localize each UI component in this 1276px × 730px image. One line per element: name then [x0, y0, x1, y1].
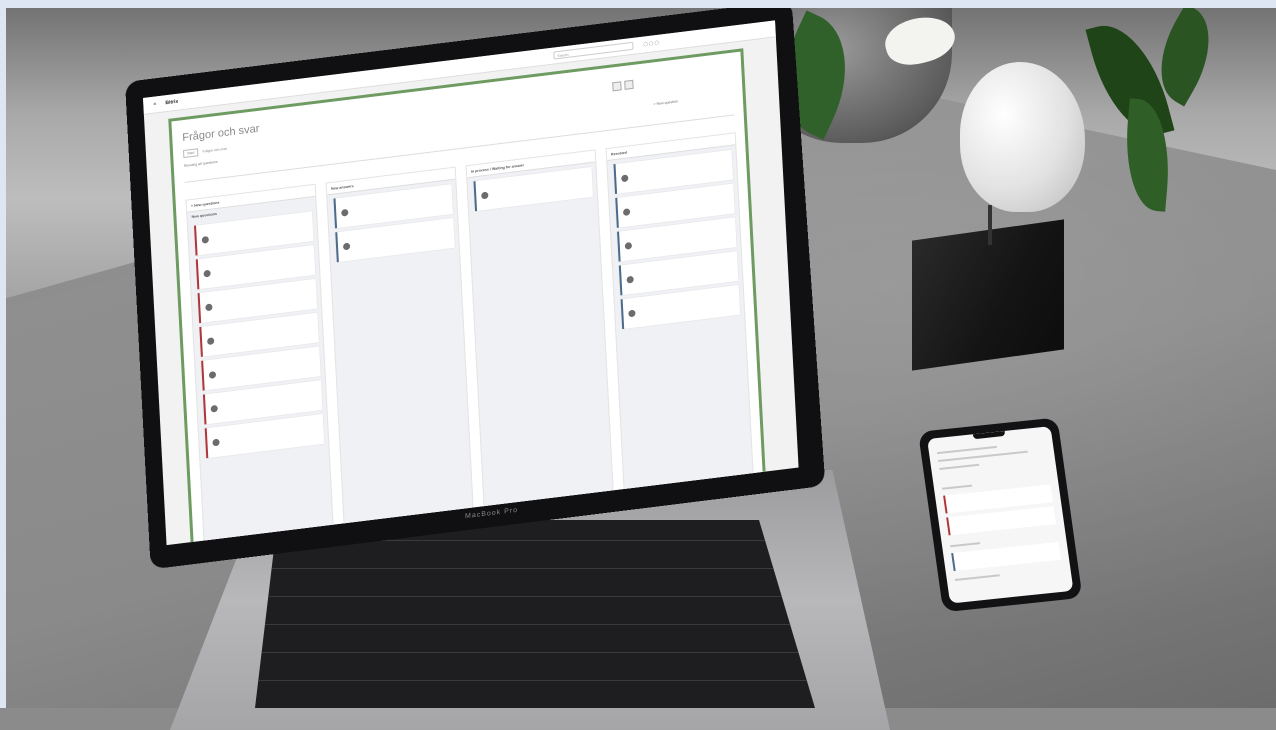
sculpture-stand [988, 205, 992, 245]
avatar [212, 438, 220, 447]
page-title: Frågor och svar [182, 122, 260, 145]
grid-view-icon[interactable] [612, 81, 622, 92]
avatar [624, 241, 633, 250]
app-logo: Bitrix [165, 98, 179, 107]
menu-icon[interactable]: ≡ [153, 101, 156, 107]
topbar-icons[interactable]: ◯ ◯ ◯ [643, 40, 659, 47]
phone-question-card [951, 541, 1062, 572]
avatar [622, 208, 631, 217]
phone-text-line [954, 574, 1000, 581]
smartphone [918, 417, 1083, 613]
avatar [341, 208, 349, 217]
kanban-column: In process / Waiting for answer [465, 149, 614, 514]
laptop-keyboard [255, 520, 815, 708]
view-toggle[interactable] [612, 79, 635, 93]
kanban-board: + New questions New questions New answer… [185, 132, 757, 546]
avatar [626, 275, 634, 284]
phone-text-line [941, 484, 973, 490]
phone-text-line [939, 463, 980, 470]
sculpture-bust [960, 62, 1085, 212]
avatar [203, 269, 211, 278]
avatar [208, 371, 217, 379]
laptop-screen: ≡ Bitrix Search ◯ ◯ ◯ Frågor och svar St… [143, 20, 799, 546]
breadcrumb: Start Frågor och svar [182, 145, 227, 159]
kanban-column: Resolved [605, 132, 754, 496]
kanban-column: + New questions New questions [185, 183, 334, 546]
phone-text-line [950, 542, 981, 548]
kanban-column: New answers [325, 166, 474, 531]
avatar [201, 235, 210, 244]
avatar [205, 303, 213, 312]
list-view-icon[interactable] [624, 79, 634, 90]
avatar [621, 174, 629, 183]
breadcrumb-item[interactable]: Start [182, 148, 199, 159]
questions-panel: Frågor och svar Start Frågor och svar Sh… [168, 48, 766, 546]
phone-screen [927, 426, 1074, 604]
status-text: Showing all questions [183, 159, 218, 168]
avatar [206, 337, 215, 346]
phone-title-line [936, 445, 997, 455]
phone-notch [972, 430, 1006, 440]
avatar [342, 242, 351, 251]
avatar [210, 404, 218, 413]
avatar [481, 191, 489, 200]
new-question-button[interactable]: + New question [654, 99, 678, 106]
breadcrumb-item[interactable]: Frågor och svar [202, 147, 227, 154]
avatar [628, 309, 636, 318]
